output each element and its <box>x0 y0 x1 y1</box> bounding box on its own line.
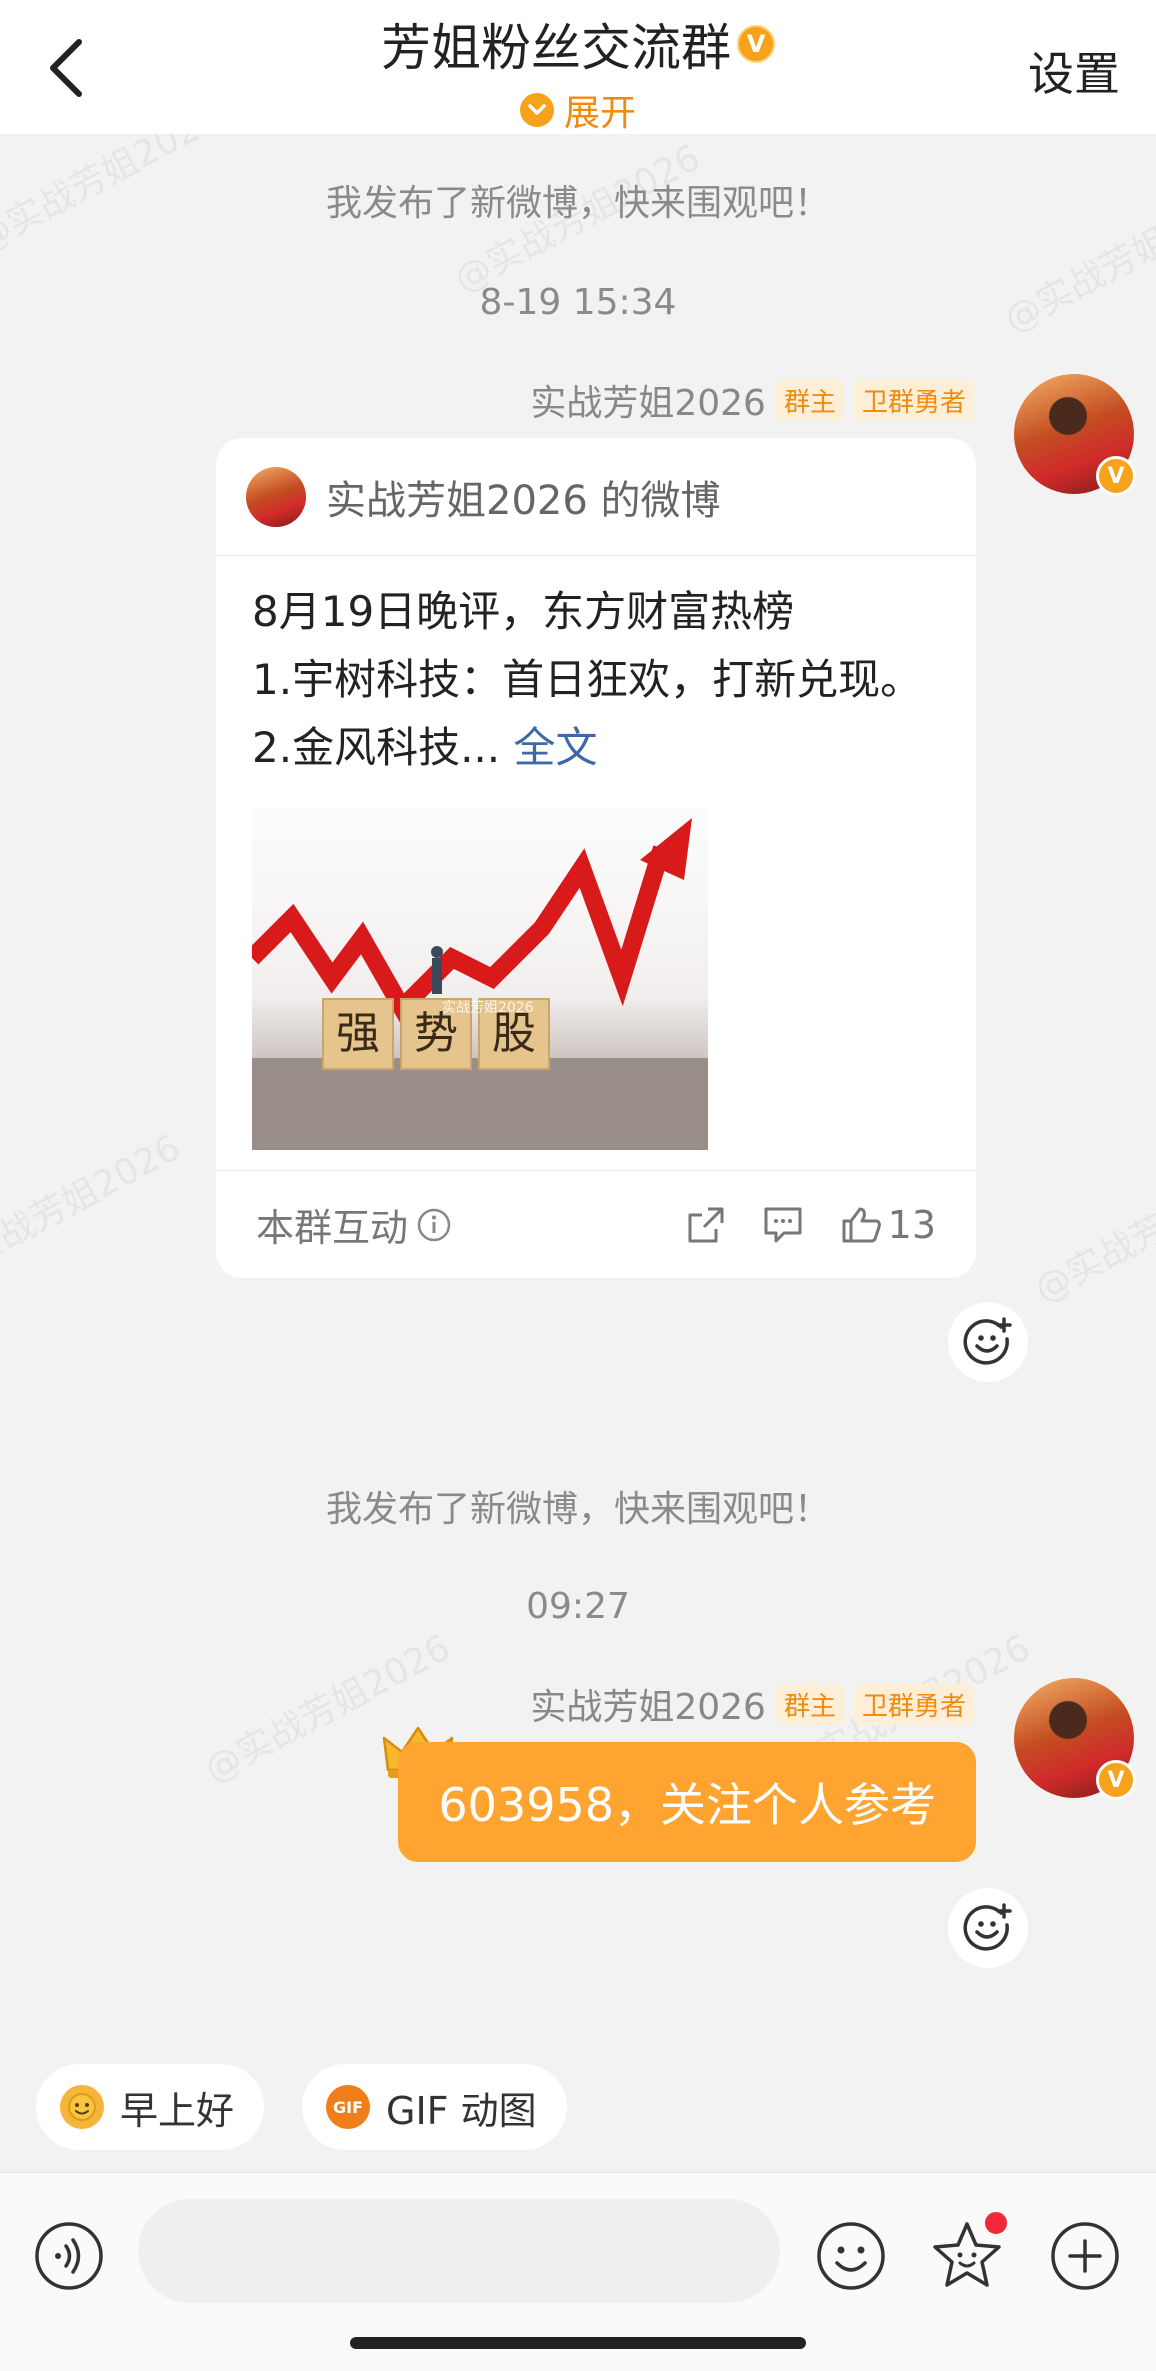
timestamp: 09:27 <box>526 1586 630 1627</box>
full-text-link[interactable]: 全文 <box>513 723 597 772</box>
sender-name: 实战芳姐2026 <box>530 383 766 424</box>
avatar <box>246 466 306 527</box>
avatar[interactable]: V <box>1014 374 1136 496</box>
gif-icon: GIF <box>326 2085 370 2129</box>
watermark: @实战芳姐2026 <box>1027 1147 1156 1311</box>
chevron-down-icon <box>519 93 554 127</box>
quick-reply-good-morning[interactable]: 早上好 <box>36 2064 265 2150</box>
hero-tag: 卫群勇者 <box>853 1683 974 1725</box>
watermark: @实战芳姐2026 <box>0 1127 187 1291</box>
group-title-text: 芳姐粉丝交流群 <box>381 19 731 77</box>
share-icon[interactable] <box>686 1205 726 1245</box>
emoji-plus-icon <box>963 1317 1012 1365</box>
avatar[interactable]: V <box>1014 1678 1136 1800</box>
card-body: 8月19日晚评，东方财富热榜 1.宇树科技：首日狂欢，打新兑现。 2.金风科技.… <box>216 556 976 1150</box>
sender-info: 实战芳姐2026 群主 卫群勇者 <box>530 1678 974 1730</box>
more-button[interactable] <box>1048 2219 1122 2293</box>
quick-reply-gif[interactable]: GIF GIF 动图 <box>302 2064 567 2150</box>
quick-reply-label: GIF 动图 <box>386 2088 537 2133</box>
comment-icon[interactable] <box>762 1205 804 1245</box>
thumbs-up-icon <box>842 1207 881 1242</box>
emoji-plus-icon <box>963 1903 1012 1951</box>
card-footer: 本群互动 13 <box>216 1170 976 1278</box>
title-area: 芳姐粉丝交流群 V 展开 <box>0 8 1156 136</box>
message-bubble[interactable]: 603958，关注个人参考 <box>398 1742 976 1862</box>
weibo-share-card[interactable]: 实战芳姐2026 的微博 8月19日晚评，东方财富热榜 1.宇树科技：首日狂欢，… <box>216 438 976 1278</box>
info-icon[interactable] <box>416 1207 452 1243</box>
group-interaction-label: 本群互动 <box>256 1206 409 1250</box>
group-title: 芳姐粉丝交流群 V <box>381 8 775 80</box>
post-line: 1.宇树科技：首日狂欢，打新兑现。 <box>252 655 923 704</box>
owner-tag: 群主 <box>775 1683 844 1725</box>
quick-reply-label: 早上好 <box>120 2088 235 2133</box>
like-count: 13 <box>887 1202 936 1247</box>
settings-button[interactable]: 设置 <box>1028 38 1120 104</box>
timestamp: 8-19 15:34 <box>479 282 677 323</box>
verified-badge-icon: V <box>737 25 775 63</box>
chat-header: 芳姐粉丝交流群 V 展开 设置 <box>0 0 1156 134</box>
verified-badge-icon: V <box>1096 456 1136 496</box>
expand-button[interactable]: 展开 <box>519 84 636 136</box>
expand-label: 展开 <box>563 93 636 134</box>
sender-info: 实战芳姐2026 群主 卫群勇者 <box>530 374 974 426</box>
block-char: 强 <box>322 998 394 1070</box>
message-input[interactable] <box>138 2199 780 2303</box>
post-line: 2.金风科技... 全文 <box>252 714 940 782</box>
like-button[interactable]: 13 <box>840 1203 936 1247</box>
card-actions: 13 <box>686 1203 936 1247</box>
add-reaction-button[interactable] <box>948 1888 1028 1968</box>
group-interaction[interactable]: 本群互动 <box>256 1197 452 1252</box>
verified-badge-icon: V <box>1096 1760 1136 1800</box>
image-watermark: 实战芳姐2026 <box>442 1000 534 1016</box>
voice-icon <box>35 2222 103 2290</box>
sticker-button[interactable] <box>930 2209 1010 2293</box>
sun-emoji-icon <box>60 2085 104 2129</box>
system-message: 我发布了新微博，快来围观吧！ <box>325 183 830 224</box>
owner-tag: 群主 <box>775 379 844 421</box>
emoji-button[interactable] <box>814 2219 888 2293</box>
post-image[interactable]: 强 势 股 实战芳姐2026 <box>252 808 708 1150</box>
sender-name: 实战芳姐2026 <box>530 1687 766 1728</box>
system-message: 我发布了新微博，快来围观吧！ <box>325 1489 830 1530</box>
notification-dot <box>982 2209 1010 2237</box>
home-indicator <box>350 2337 806 2349</box>
voice-button[interactable] <box>32 2219 106 2293</box>
hero-tag: 卫群勇者 <box>853 379 974 421</box>
post-line-text: 2.金风科技... <box>252 723 501 772</box>
plus-circle-icon <box>1051 2222 1119 2290</box>
post-line: 8月19日晚评，东方财富热榜 <box>252 587 795 636</box>
card-header: 实战芳姐2026 的微博 <box>216 438 976 556</box>
card-source: 实战芳姐2026 的微博 <box>326 477 721 524</box>
add-reaction-button[interactable] <box>948 1302 1028 1382</box>
input-bar <box>0 2172 1156 2371</box>
emoji-icon <box>817 2222 885 2290</box>
